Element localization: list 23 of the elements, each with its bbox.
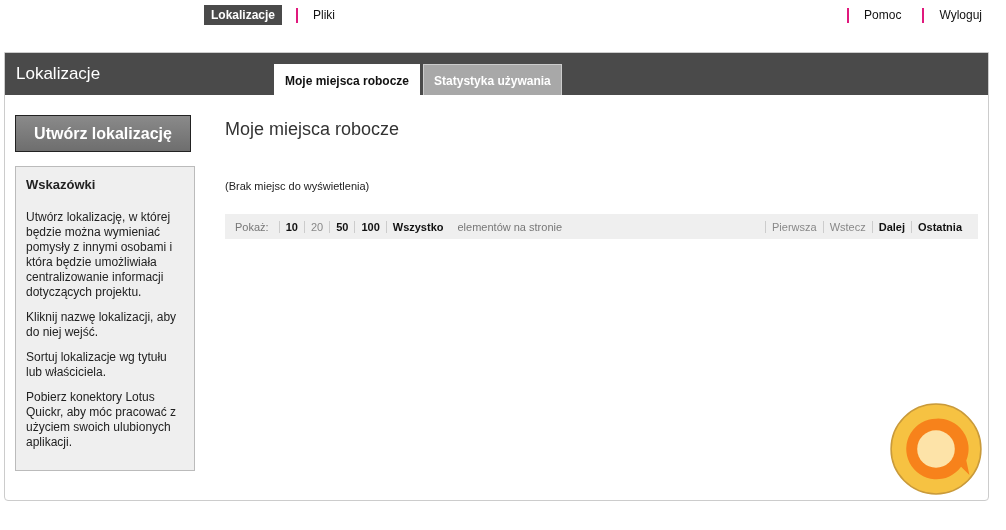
- section-title: Moje miejsca robocze: [225, 119, 401, 140]
- logo-icon: [889, 402, 983, 496]
- nav-link[interactable]: Pomoc: [857, 5, 909, 25]
- page-size-link[interactable]: 50: [329, 220, 355, 233]
- tab[interactable]: Moje miejsca robocze: [274, 64, 421, 95]
- show-label: Pokaż:: [235, 220, 269, 233]
- empty-message: (Brak miejsc do wyświetlenia): [225, 180, 371, 192]
- page-nav-link[interactable]: Dalej: [871, 220, 911, 233]
- nav-link[interactable]: Wyloguj: [932, 5, 989, 25]
- tips-title: Wskazówki: [26, 177, 97, 192]
- page-size-link[interactable]: 100: [354, 220, 386, 233]
- nav-link[interactable]: Pliki: [306, 5, 343, 25]
- tip-text: Sortuj lokalizacje wg tytułu lub właściciela.: [26, 350, 168, 380]
- page-title: Lokalizacje: [15, 64, 102, 84]
- tip-text: Pobierz konektory Lotus Quickr, aby móc pracować z użyciem swoich ulubionych aplikacji.: [26, 390, 178, 450]
- page-nav-link[interactable]: Ostatnia: [911, 220, 968, 233]
- page-size-link[interactable]: 10: [278, 220, 304, 233]
- page-size-link[interactable]: Wszystko: [385, 220, 450, 233]
- create-location-button[interactable]: Utwórz lokalizację: [15, 115, 191, 152]
- nav-link[interactable]: Lokalizacje: [204, 5, 283, 25]
- tip-text: Kliknij nazwę lokalizacji, aby do niej wejść.: [26, 310, 178, 340]
- per-page-label: elementów na stronie: [457, 220, 563, 233]
- tip-text: Utwórz lokalizację, w której będzie można wymieniać pomysły z innymi osobami i która będzie umożliwiała centralizowanie informacji dotyczących projektu.: [26, 210, 174, 300]
